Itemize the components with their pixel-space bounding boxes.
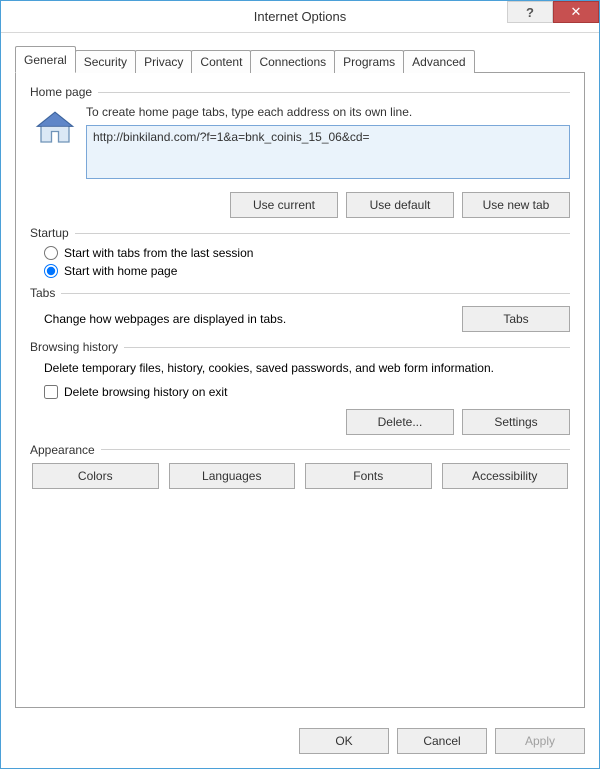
delete-on-exit-checkbox-row[interactable]: Delete browsing history on exit: [44, 385, 570, 399]
group-label-tabs: Tabs: [30, 286, 61, 300]
history-description: Delete temporary files, history, cookies…: [44, 360, 570, 377]
languages-button[interactable]: Languages: [169, 463, 296, 489]
tabs-description: Change how webpages are displayed in tab…: [44, 312, 452, 326]
group-label-history: Browsing history: [30, 340, 124, 354]
radio-start-home[interactable]: Start with home page: [44, 264, 570, 278]
homepage-url-input[interactable]: [86, 125, 570, 179]
fonts-button[interactable]: Fonts: [305, 463, 432, 489]
group-tabs: Tabs Change how webpages are displayed i…: [30, 286, 570, 332]
tab-security[interactable]: Security: [75, 50, 136, 73]
radio-start-last-session[interactable]: Start with tabs from the last session: [44, 246, 570, 260]
dialog-button-row: OK Cancel Apply: [1, 718, 599, 768]
group-homepage: Home page To create home page tabs, type…: [30, 85, 570, 218]
internet-options-dialog: Internet Options ? ✕ General Security Pr…: [0, 0, 600, 769]
group-appearance: Appearance Colors Languages Fonts Access…: [30, 443, 570, 489]
tab-advanced[interactable]: Advanced: [403, 50, 474, 73]
group-startup: Startup Start with tabs from the last se…: [30, 226, 570, 278]
tab-general[interactable]: General: [15, 46, 76, 73]
tabstrip: General Security Privacy Content Connect…: [15, 45, 585, 72]
ok-button[interactable]: OK: [299, 728, 389, 754]
radio-start-last-session-label: Start with tabs from the last session: [64, 246, 253, 260]
radio-start-last-session-input[interactable]: [44, 246, 58, 260]
history-settings-button[interactable]: Settings: [462, 409, 570, 435]
window-controls: ? ✕: [507, 1, 599, 23]
group-label-appearance: Appearance: [30, 443, 101, 457]
help-button[interactable]: ?: [507, 1, 553, 23]
tab-content[interactable]: Content: [191, 50, 251, 73]
tabs-button[interactable]: Tabs: [462, 306, 570, 332]
radio-start-home-input[interactable]: [44, 264, 58, 278]
use-current-button[interactable]: Use current: [230, 192, 338, 218]
radio-start-home-label: Start with home page: [64, 264, 177, 278]
delete-on-exit-label: Delete browsing history on exit: [64, 385, 227, 399]
delete-history-button[interactable]: Delete...: [346, 409, 454, 435]
use-new-tab-button[interactable]: Use new tab: [462, 192, 570, 218]
tab-privacy[interactable]: Privacy: [135, 50, 192, 73]
homepage-instruction: To create home page tabs, type each addr…: [86, 105, 570, 119]
colors-button[interactable]: Colors: [32, 463, 159, 489]
tab-connections[interactable]: Connections: [250, 50, 335, 73]
tab-panel-general: Home page To create home page tabs, type…: [15, 72, 585, 708]
home-icon: [34, 107, 76, 149]
close-button[interactable]: ✕: [553, 1, 599, 23]
accessibility-button[interactable]: Accessibility: [442, 463, 569, 489]
group-label-startup: Startup: [30, 226, 75, 240]
tab-programs[interactable]: Programs: [334, 50, 404, 73]
apply-button[interactable]: Apply: [495, 728, 585, 754]
delete-on-exit-checkbox[interactable]: [44, 385, 58, 399]
titlebar: Internet Options ? ✕: [1, 1, 599, 33]
use-default-button[interactable]: Use default: [346, 192, 454, 218]
client-area: General Security Privacy Content Connect…: [1, 33, 599, 718]
group-browsing-history: Browsing history Delete temporary files,…: [30, 340, 570, 435]
cancel-button[interactable]: Cancel: [397, 728, 487, 754]
group-label-homepage: Home page: [30, 85, 98, 99]
